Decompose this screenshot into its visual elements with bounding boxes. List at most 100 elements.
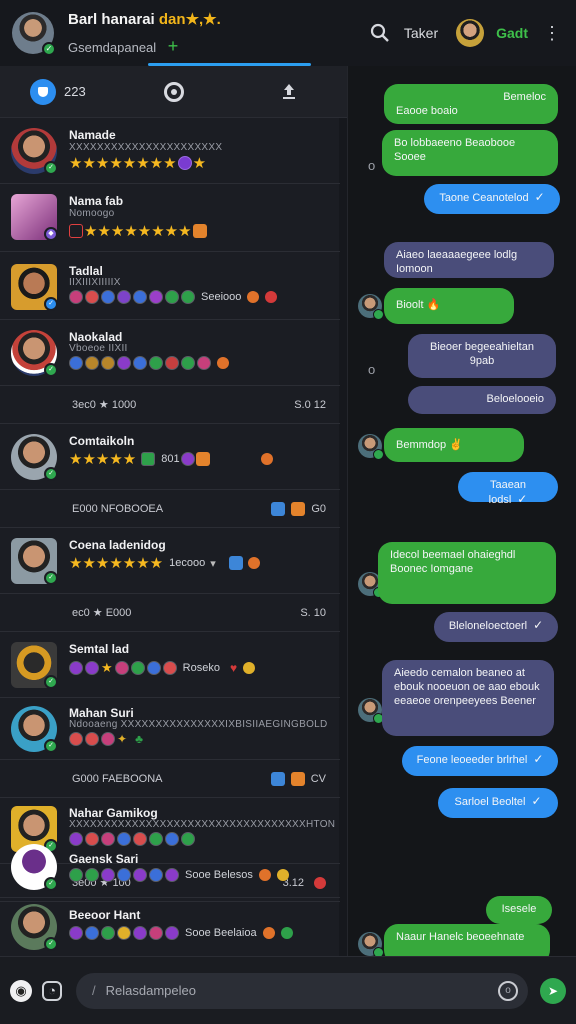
badge-icon (130, 661, 145, 675)
message-bubble[interactable]: Naaur Hanelc beoeehnate (384, 924, 550, 956)
badge-icon (149, 868, 163, 882)
profile-avatar[interactable]: ✓ (12, 12, 56, 56)
message-text: Aiaeo laeaaaegeee lodlg Iomoon (396, 249, 518, 275)
microphone-icon[interactable]: o (498, 980, 518, 1001)
badge-icon (101, 356, 115, 370)
conversation-item[interactable]: ✓ Gaensk Sari Sooe Belesos (0, 838, 340, 898)
conversation-item[interactable]: ✓ Semtal lad ★ Roseko ♥ (0, 632, 340, 698)
trophy-icon: ✦ (117, 732, 128, 746)
badge-icon (141, 452, 156, 466)
message-text: Bioolt (396, 299, 424, 311)
sender-avatar[interactable] (358, 294, 384, 320)
chat-app: ✓ Barl hanarai dan★,★. Gsemdapaneal + Ta… (0, 0, 576, 1024)
message-bubble[interactable]: Aieedo cemalon beaneo at ebouk nooeuon o… (382, 660, 554, 736)
achievement-badges: ✦ ♣ (69, 732, 143, 746)
composer-bar: ◉ ◔ / Relasdampeleo o ➤ (0, 956, 576, 1024)
achievement-badges: Seeiooo (69, 290, 278, 304)
sender-avatar[interactable] (358, 932, 384, 956)
message-bubble[interactable]: Bo lobbaeeno Beaobooe Sooee (382, 130, 558, 176)
sender-avatar[interactable] (358, 434, 384, 460)
contact-name[interactable]: Gadt (496, 25, 528, 41)
message-bubble[interactable]: Feone leoeeder brlrhel ✓ (402, 746, 558, 776)
message-bubble[interactable]: Aiaeo laeaaaegeee lodlg Iomoon (384, 242, 554, 278)
profile-name-accent: dan (158, 10, 186, 28)
stars-text: ★★★★★ (69, 451, 137, 468)
rating-stars: ★★★★★★★ 1ecooo ▾ (69, 554, 260, 572)
conversation-item[interactable]: ✓ Namade XXXXXXXXXXXXXXXXXXXXXX ★★★★★★★★… (0, 118, 340, 184)
tab-chats[interactable]: 223 (0, 78, 116, 105)
badge-icon (280, 927, 293, 939)
contact-name: Coena ladenidog (69, 538, 166, 552)
badge-icon (133, 290, 147, 304)
message-bubble[interactable]: Taaean lodsl ✓ (458, 472, 558, 506)
camera-icon[interactable]: ◉ (10, 979, 32, 1002)
contact-subtitle: Ndooaeng XXXXXXXXXXXXXXXIXBISIIAEGINGBOL… (69, 719, 328, 730)
message-input[interactable]: / Relasdampeleo o (76, 972, 528, 1009)
conversation-item[interactable]: ✓ Tadlal IIXIIIXIIIIIX Seeiooo (0, 252, 340, 320)
send-icon[interactable]: ➤ (540, 977, 566, 1004)
read-marker-icon: ο (368, 158, 376, 173)
message-bubble[interactable]: Bioolt 🔥 (384, 288, 514, 324)
reaction-icon[interactable] (291, 501, 306, 516)
attachment-icon[interactable]: ◔ (42, 980, 62, 1001)
message-text: Sarloel Beoltel (454, 796, 526, 808)
tab-pinned[interactable] (231, 82, 347, 102)
sender-avatar[interactable] (358, 698, 384, 724)
badge-icon (101, 926, 115, 940)
chevron-icon: ▾ (210, 557, 216, 570)
message-bubble[interactable]: Sarloel Beoltel ✓ (438, 788, 558, 818)
badge-icon (133, 926, 147, 940)
profile-status: Gsemdapaneal + (68, 36, 368, 57)
tab-status[interactable] (116, 81, 232, 102)
activity-row: ec0 ★ E000 S. 10 (0, 594, 340, 632)
like-icon[interactable] (270, 771, 285, 786)
badges-label: Sooe Belesos (185, 869, 253, 881)
message-bubble[interactable]: Bieoer begeeahieltan 9pab (408, 334, 556, 378)
stars-text: ★★★★★★★ (69, 555, 164, 572)
delivered-check-icon: ✓ (533, 752, 544, 766)
conversation-item[interactable]: ◆ Nama fab Nomoogo ★★★★★★★★ (0, 184, 340, 252)
avatar: ✓ (11, 642, 58, 689)
badges-label: Sooe Beelaioa (185, 927, 257, 939)
conversation-item[interactable]: ✓ Mahan Suri Ndooaeng XXXXXXXXXXXXXXXIXB… (0, 698, 340, 760)
contact-avatar[interactable] (456, 19, 485, 47)
contact-avatar-image (456, 19, 485, 47)
badge-icon (69, 661, 83, 675)
activity-row: 3ec0 ★ 1000 S.0 12 (0, 386, 340, 424)
reaction-icon[interactable] (290, 771, 305, 786)
add-icon[interactable]: + (168, 36, 179, 56)
badge-icon (69, 290, 83, 304)
top-bar: ✓ Barl hanarai dan★,★. Gsemdapaneal + Ta… (0, 0, 576, 66)
scrollbar[interactable] (339, 118, 347, 956)
message-text: Taone Ceanotelod (439, 192, 529, 204)
header-label[interactable]: Taker (404, 25, 438, 41)
message-bubble[interactable]: Isesele (486, 896, 552, 924)
message-text: Isesele (501, 903, 537, 915)
message-text: Beloelooeio (486, 393, 545, 405)
activity-left: E000 NFOBOOEA (72, 502, 164, 515)
more-options-icon[interactable]: ⋮ (540, 21, 564, 45)
badge-icon (85, 732, 99, 746)
like-icon[interactable] (271, 501, 286, 516)
online-indicator-icon: ✓ (44, 937, 58, 951)
badge-icon (146, 661, 161, 675)
message-bubble[interactable]: Idecol beemael ohaieghdl Boonec Iomgane (378, 542, 556, 604)
badge-icon (258, 869, 271, 881)
avatar: ✓ (11, 844, 58, 891)
conversation-item[interactable]: ✓ Comtaikoln ★★★★★ 801 (0, 424, 340, 490)
badge-icon (85, 926, 99, 940)
badge-icon (69, 868, 83, 882)
message-bubble[interactable]: Bleloneloectoerl ✓ (434, 612, 558, 642)
message-bubble[interactable]: Beloelooeio (408, 386, 556, 414)
message-bubble[interactable]: Taone Ceanotelod ✓ (424, 184, 560, 214)
badge-icon (114, 661, 129, 675)
conversation-item[interactable]: ✓ Beeoor Hant Sooe Beelaioa (0, 898, 340, 956)
chat-thread: Bemeloc Eaooe boaio ο Bo lobbaeeno Beaob… (348, 66, 576, 956)
badge-icon (69, 356, 83, 370)
online-indicator-icon: ✓ (44, 467, 58, 481)
conversation-list: ✓ Namade XXXXXXXXXXXXXXXXXXXXXX ★★★★★★★★… (0, 118, 340, 956)
conversation-item[interactable]: ✓ Coena ladenidog ★★★★★★★ 1ecooo ▾ (0, 528, 340, 594)
conversation-item[interactable]: ✓ Naokalad Vboeoe IIXII (0, 320, 340, 386)
search-icon[interactable] (368, 21, 392, 45)
message-bubble[interactable]: Bemmdop ✌ (384, 428, 524, 462)
